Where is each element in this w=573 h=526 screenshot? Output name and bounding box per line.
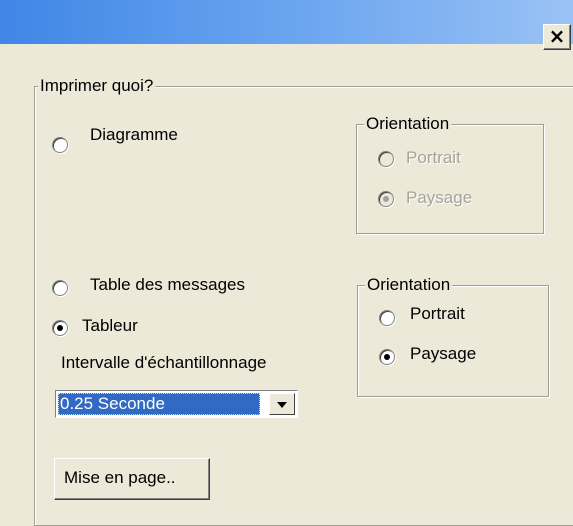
radio-diagram-portrait-label[interactable]: Portrait <box>406 148 461 168</box>
radio-table-portrait-label[interactable]: Portrait <box>410 304 465 324</box>
close-icon: × <box>548 24 566 48</box>
dropdown-button[interactable] <box>269 393 295 415</box>
radio-selected-dot <box>383 196 389 202</box>
radio-message-table-label[interactable]: Table des messages <box>90 275 245 295</box>
print-what-legend: Imprimer quoi? <box>38 76 156 96</box>
table-orientation-legend: Orientation <box>365 275 453 295</box>
sampling-interval-label: Intervalle d'échantillonnage <box>61 353 267 372</box>
radio-table-landscape-label[interactable]: Paysage <box>410 344 476 364</box>
radio-diagram-landscape[interactable] <box>378 191 394 207</box>
table-orientation-group: Orientation <box>357 275 549 397</box>
radio-selected-dot <box>57 325 63 331</box>
radio-message-table[interactable] <box>52 280 68 296</box>
sampling-interval-value[interactable]: 0.25 Seconde <box>58 393 260 415</box>
radio-diagram-portrait[interactable] <box>378 151 394 167</box>
diagram-orientation-legend: Orientation <box>364 114 452 134</box>
chevron-down-icon <box>277 402 287 408</box>
radio-spreadsheet-label[interactable]: Tableur <box>82 316 138 336</box>
radio-table-portrait[interactable] <box>379 310 395 326</box>
radio-diagram-label[interactable]: Diagramme <box>90 125 178 145</box>
radio-spreadsheet[interactable] <box>52 320 68 336</box>
radio-diagram-landscape-label[interactable]: Paysage <box>406 188 472 208</box>
radio-table-landscape[interactable] <box>379 349 395 365</box>
page-setup-button[interactable]: Mise en page.. <box>54 458 210 500</box>
radio-selected-dot <box>384 354 390 360</box>
sampling-interval-select[interactable]: 0.25 Seconde <box>55 390 298 418</box>
close-button[interactable]: × <box>543 24 571 50</box>
diagram-orientation-group: Orientation <box>356 114 544 234</box>
radio-diagram[interactable] <box>52 137 68 153</box>
title-bar[interactable]: × <box>0 0 573 50</box>
